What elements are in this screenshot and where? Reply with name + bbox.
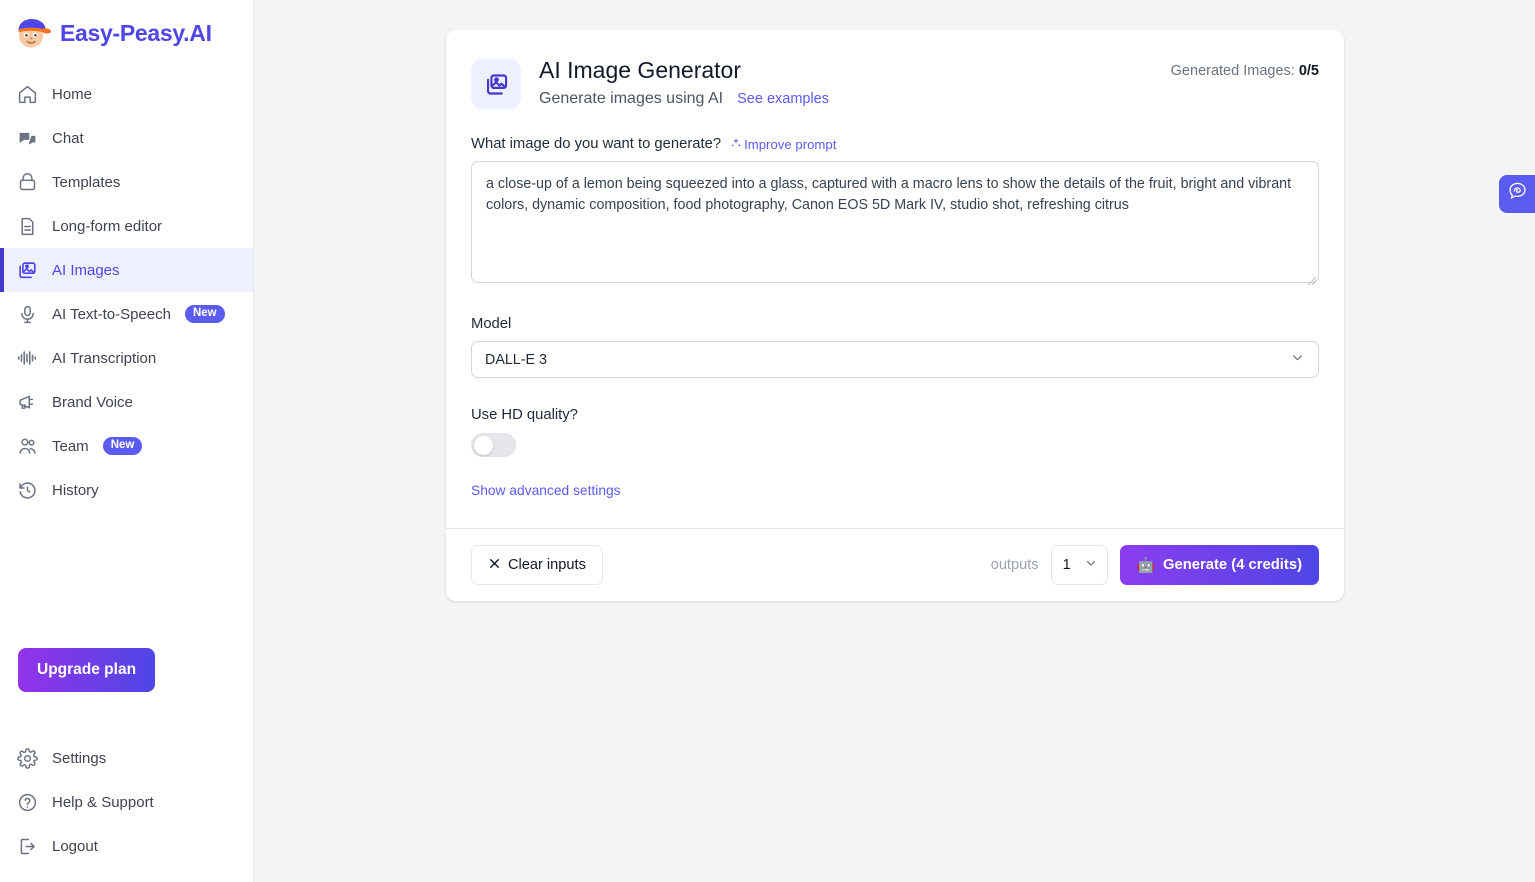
sidebar-item-label: Team — [52, 437, 89, 455]
badge-new: New — [102, 437, 143, 455]
badge-new: New — [184, 305, 225, 323]
sidebar-item-label: AI Transcription — [52, 349, 157, 367]
close-x-icon — [488, 557, 501, 574]
images-stack-icon — [471, 59, 521, 109]
show-advanced-settings-link[interactable]: Show advanced settings — [471, 483, 621, 498]
gear-icon — [16, 747, 38, 769]
brand[interactable]: Easy-Peasy.AI — [0, 0, 253, 64]
sidebar-item-label: Home — [52, 85, 93, 103]
chat-bubbles-icon — [16, 127, 38, 149]
generated-images-counter: Generated Images: 0/5 — [1171, 56, 1319, 79]
sidebar-item-templates[interactable]: Templates — [0, 160, 253, 204]
logout-icon — [16, 835, 38, 857]
images-stack-icon — [16, 259, 38, 281]
improve-prompt-button[interactable]: Improve prompt — [730, 137, 836, 152]
feedback-side-tab[interactable] — [1499, 175, 1535, 213]
upgrade-plan-wrap: Upgrade plan — [0, 648, 253, 692]
sidebar: Easy-Peasy.AI Home Chat Templates Long-f… — [0, 0, 254, 882]
app-root: Easy-Peasy.AI Home Chat Templates Long-f… — [0, 0, 1535, 882]
brand-name: Easy-Peasy.AI — [60, 19, 212, 46]
sidebar-item-help-support[interactable]: Help & Support — [0, 780, 253, 824]
templates-box-icon — [16, 171, 38, 193]
sidebar-item-label: Templates — [52, 173, 121, 191]
sidebar-item-label: Help & Support — [52, 793, 154, 811]
outputs-label: outputs — [990, 557, 1039, 573]
sidebar-item-ai-images[interactable]: AI Images — [0, 248, 253, 292]
card-subtitle: Generate images using AI — [539, 89, 724, 107]
clear-inputs-button[interactable]: Clear inputs — [471, 545, 603, 585]
sidebar-nav: Home Chat Templates Long-form editor AI … — [0, 72, 253, 512]
card-footer: Clear inputs outputs 1 🤖 Generate (4 cre… — [446, 528, 1344, 601]
sidebar-item-logout[interactable]: Logout — [0, 824, 253, 868]
generated-images-label: Generated Images: — [1170, 63, 1295, 79]
robot-icon: 🤖 — [1136, 558, 1156, 574]
model-select-value: DALL-E 3 — [485, 351, 547, 368]
sparkles-icon — [730, 137, 742, 152]
prompt-textarea-wrap — [471, 152, 1319, 288]
upgrade-plan-button[interactable]: Upgrade plan — [18, 648, 156, 692]
main-content: AI Image Generator Generate images using… — [254, 0, 1535, 882]
sidebar-item-label: Settings — [52, 749, 107, 767]
waveform-icon — [16, 347, 38, 369]
chevron-down-icon — [1290, 350, 1305, 369]
hd-quality-label: Use HD quality? — [471, 407, 578, 423]
sidebar-item-label: Chat — [52, 129, 84, 147]
brain-bubble-icon — [1507, 181, 1528, 207]
improve-prompt-label: Improve prompt — [744, 136, 837, 152]
clear-inputs-label: Clear inputs — [508, 557, 586, 573]
sidebar-item-ai-text-to-speech[interactable]: AI Text-to-Speech New — [0, 292, 253, 336]
users-icon — [16, 435, 38, 457]
card-body: AI Image Generator Generate images using… — [446, 30, 1344, 528]
prompt-input[interactable] — [471, 161, 1319, 283]
outputs-select[interactable]: 1 — [1050, 545, 1108, 585]
question-circle-icon — [16, 791, 38, 813]
page-title: AI Image Generator — [539, 57, 741, 83]
sidebar-item-home[interactable]: Home — [0, 72, 253, 116]
sidebar-item-long-form-editor[interactable]: Long-form editor — [0, 204, 253, 248]
megaphone-icon — [16, 391, 38, 413]
sidebar-item-label: Logout — [52, 837, 98, 855]
sidebar-item-settings[interactable]: Settings — [0, 736, 253, 780]
card-header-text: AI Image Generator Generate images using… — [539, 56, 1171, 108]
mascot-logo-icon — [14, 16, 52, 50]
sidebar-item-chat[interactable]: Chat — [0, 116, 253, 160]
home-icon — [16, 83, 38, 105]
sidebar-item-brand-voice[interactable]: Brand Voice — [0, 380, 253, 424]
prompt-label-row: What image do you want to generate? Impr… — [471, 136, 1319, 152]
ai-image-generator-card: AI Image Generator Generate images using… — [446, 30, 1344, 601]
toggle-knob — [474, 436, 493, 455]
see-examples-link[interactable]: See examples — [737, 91, 829, 107]
sidebar-item-label: AI Images — [52, 261, 120, 279]
generate-label: Generate (4 credits) — [1163, 557, 1302, 573]
card-header: AI Image Generator Generate images using… — [471, 56, 1319, 109]
sidebar-item-label: AI Text-to-Speech — [52, 305, 171, 323]
sidebar-item-ai-transcription[interactable]: AI Transcription — [0, 336, 253, 380]
outputs-select-value: 1 — [1062, 557, 1071, 573]
hd-quality-toggle[interactable] — [471, 433, 516, 457]
microphone-icon — [16, 303, 38, 325]
sidebar-item-label: Brand Voice — [52, 393, 133, 411]
sidebar-item-history[interactable]: History — [0, 468, 253, 512]
chevron-down-icon — [1084, 556, 1098, 574]
card-subtitle-row: Generate images using AI See examples — [539, 90, 1171, 108]
generate-button[interactable]: 🤖 Generate (4 credits) — [1119, 545, 1319, 585]
sidebar-item-label: History — [52, 481, 99, 499]
footer-right-group: outputs 1 🤖 Generate (4 credits) — [991, 545, 1319, 585]
model-label: Model — [471, 316, 512, 332]
generated-images-value: 0/5 — [1298, 63, 1319, 79]
sidebar-bottom-nav: Settings Help & Support Logout — [0, 736, 253, 882]
sidebar-item-team[interactable]: Team New — [0, 424, 253, 468]
document-icon — [16, 215, 38, 237]
model-select[interactable]: DALL-E 3 — [471, 341, 1319, 378]
clock-rewind-icon — [16, 479, 38, 501]
sidebar-item-label: Long-form editor — [52, 217, 163, 235]
prompt-label: What image do you want to generate? — [471, 136, 722, 152]
